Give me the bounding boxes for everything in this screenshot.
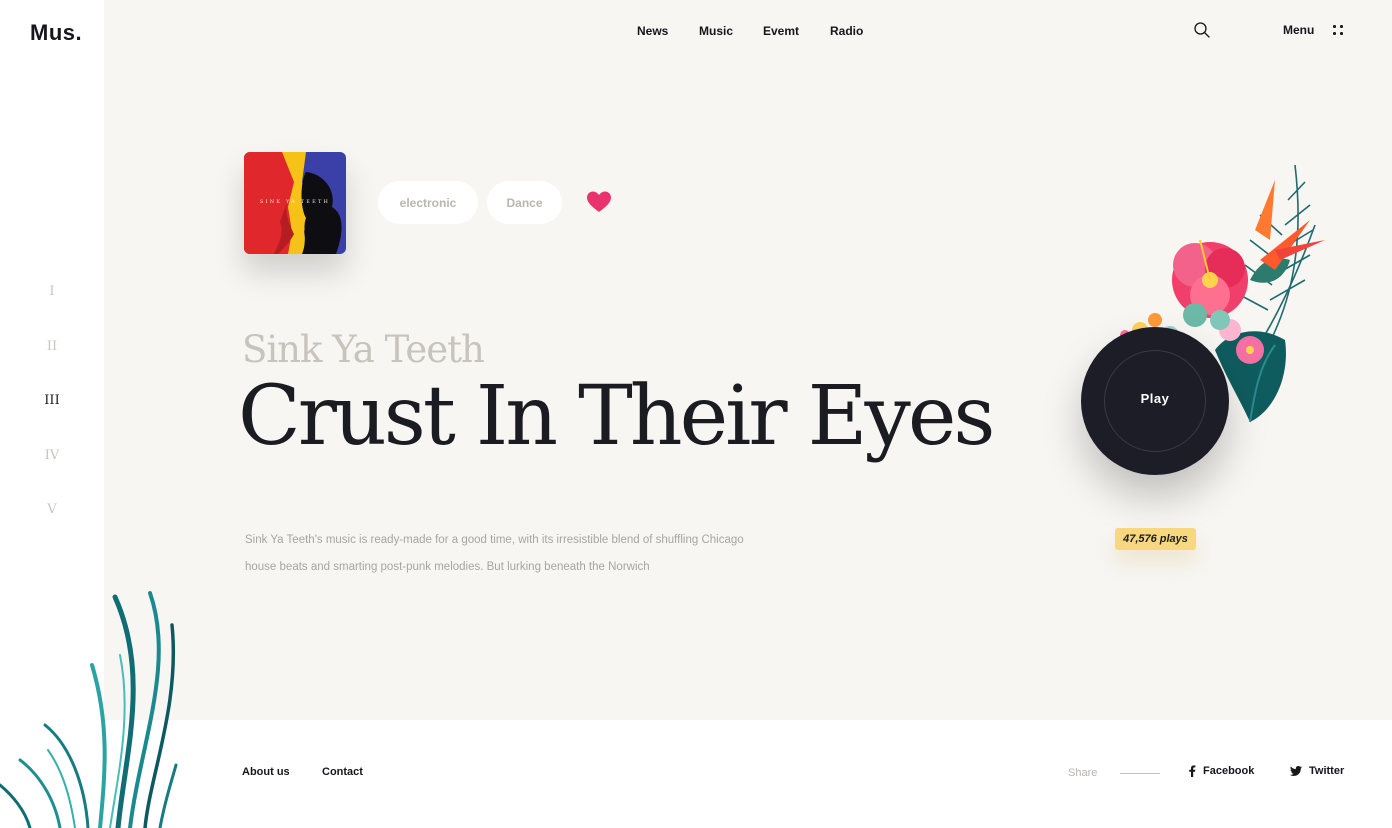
plays-count-badge: 47,576 plays	[1115, 528, 1196, 550]
track-description: Sink Ya Teeth's music is ready-made for …	[245, 534, 744, 573]
grass-decoration	[0, 591, 178, 828]
album-cover-text: SINK YA TEETH	[259, 199, 331, 205]
tag-dance[interactable]: Dance	[487, 181, 562, 224]
section-nav-iv[interactable]: IV	[0, 448, 104, 463]
menu-button[interactable]: Menu	[1283, 23, 1314, 37]
tag-electronic[interactable]: electronic	[378, 181, 478, 224]
section-nav-ii[interactable]: II	[0, 339, 104, 354]
section-nav-v[interactable]: V	[0, 502, 104, 517]
footer-link-contact[interactable]: Contact	[322, 766, 363, 778]
nav-music[interactable]: Music	[699, 24, 733, 38]
nav-news[interactable]: News	[637, 24, 668, 38]
facebook-icon	[1189, 765, 1196, 777]
share-divider	[1120, 773, 1160, 774]
twitter-label: Twitter	[1309, 765, 1345, 777]
facebook-label: Facebook	[1203, 765, 1255, 777]
nav-event[interactable]: Evemt	[763, 24, 799, 38]
album-cover[interactable]: SINK YA TEETH	[244, 152, 346, 254]
track-title: Crust In Their Eyes	[238, 369, 995, 464]
heart-icon[interactable]	[586, 190, 612, 214]
share-twitter-link[interactable]: Twitter	[1290, 765, 1344, 777]
play-label: Play	[1140, 391, 1170, 406]
twitter-icon	[1290, 766, 1302, 776]
section-nav-i[interactable]: I	[0, 284, 104, 299]
artist-name: Sink Ya Teeth	[242, 328, 485, 371]
section-nav-iii[interactable]: III	[0, 393, 104, 408]
search-icon[interactable]	[1193, 21, 1211, 39]
share-label: Share	[1068, 767, 1098, 779]
logo[interactable]: Mus.	[30, 20, 82, 46]
play-button[interactable]: Play	[1081, 327, 1229, 475]
nav-radio[interactable]: Radio	[830, 24, 863, 38]
menu-dots-icon[interactable]	[1333, 24, 1343, 36]
footer-link-about[interactable]: About us	[242, 766, 290, 778]
share-facebook-link[interactable]: Facebook	[1188, 765, 1254, 777]
